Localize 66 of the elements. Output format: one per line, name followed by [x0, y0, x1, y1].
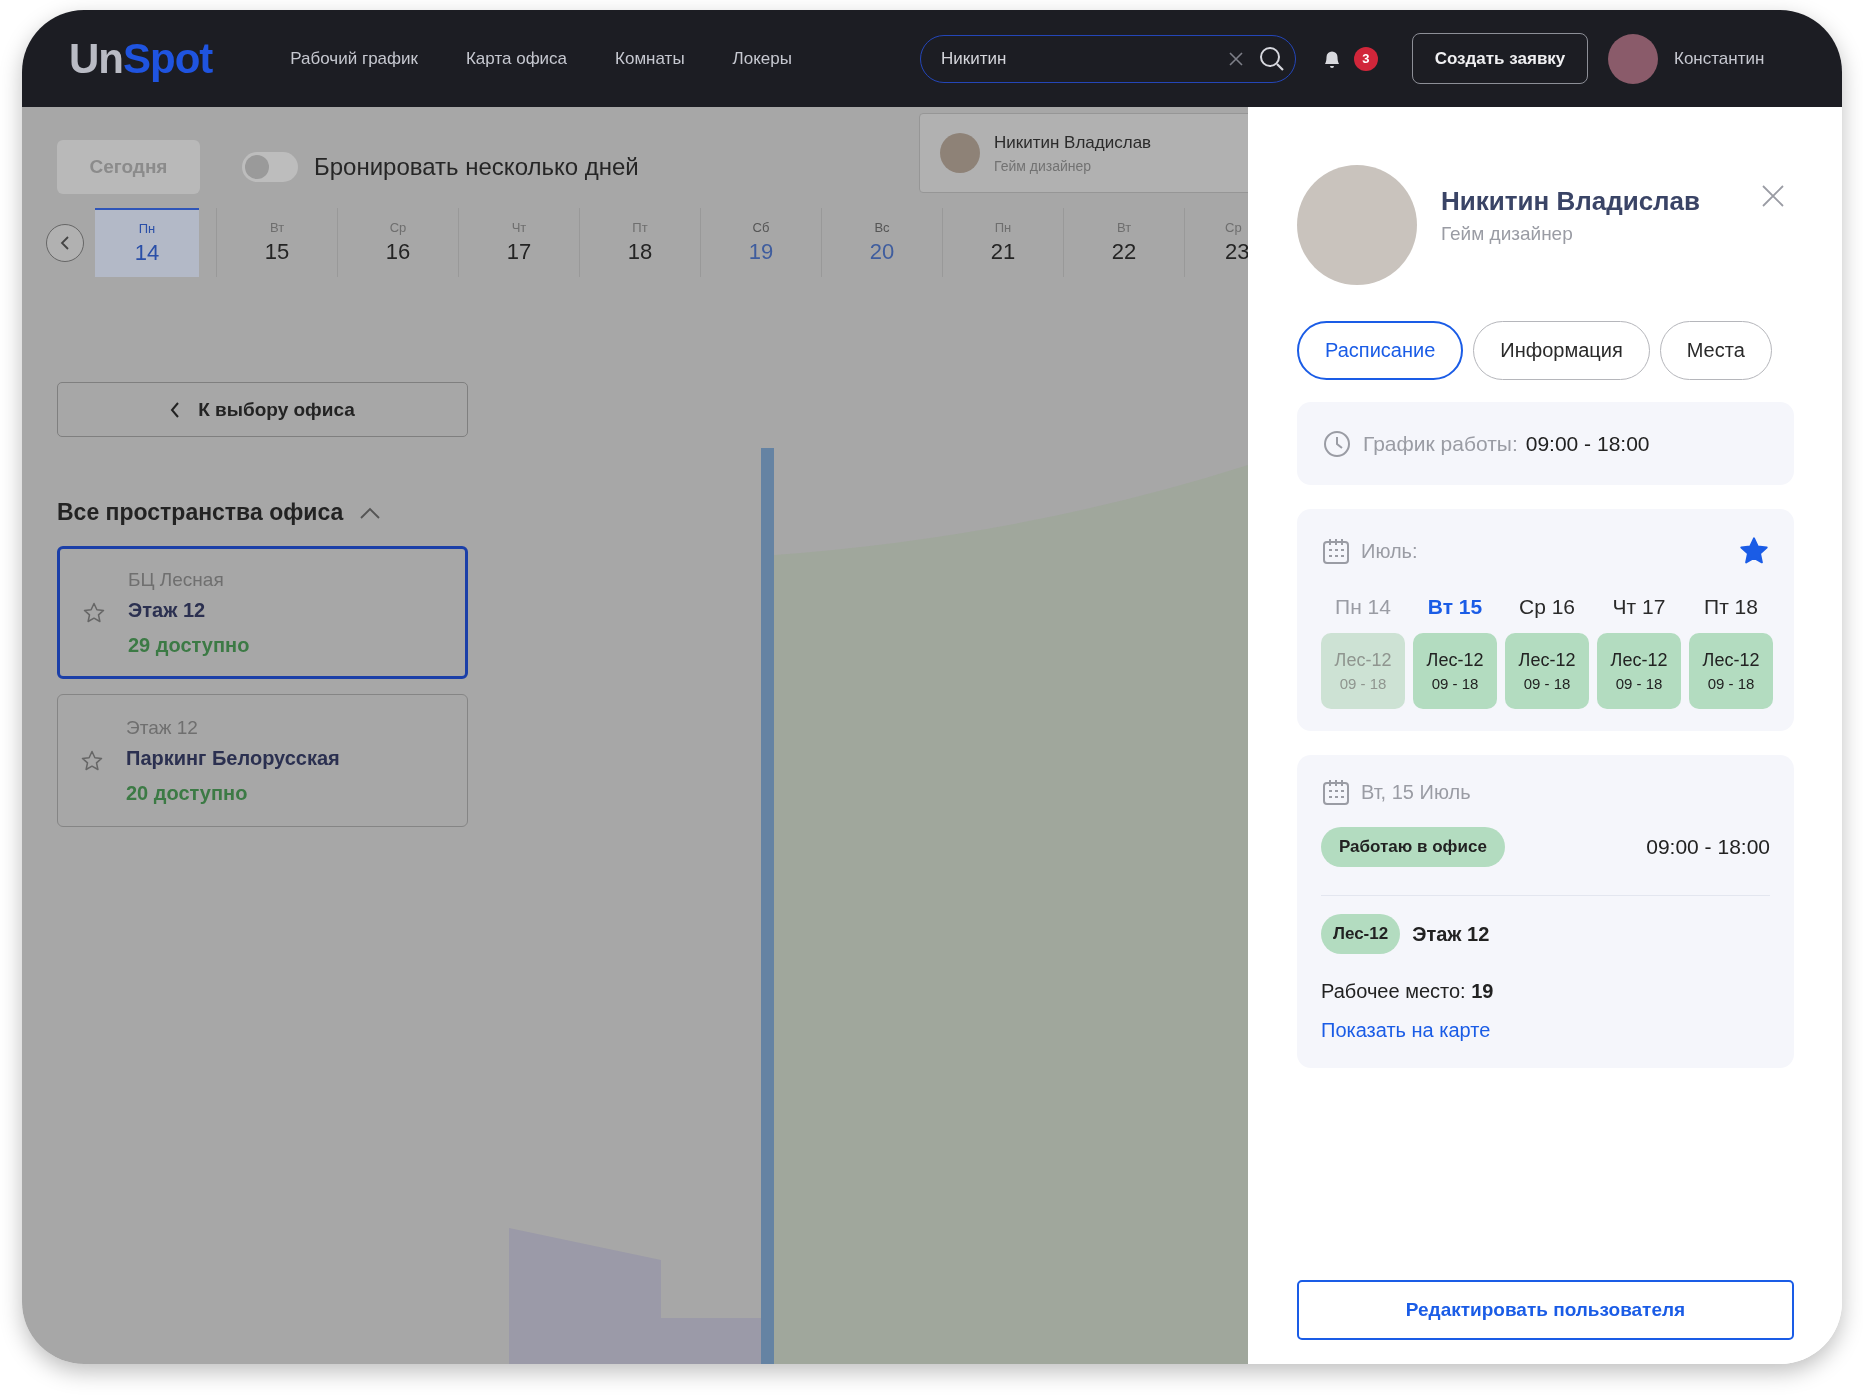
clear-icon [1229, 51, 1243, 66]
space-name: Этаж 12 [128, 598, 207, 622]
booking-cell[interactable]: Лес-12 09 - 18 [1597, 633, 1681, 709]
logo[interactable]: UnSpot [69, 34, 213, 83]
calendar-icon [1321, 777, 1351, 807]
notification-badge: 3 [1354, 46, 1378, 71]
nav-link[interactable]: Комнаты [615, 48, 685, 69]
edit-user-button[interactable]: Редактировать пользователя [1297, 1280, 1794, 1340]
day-label[interactable]: Пт 18 [1689, 595, 1773, 619]
status-badge: Работаю в офисе [1321, 827, 1505, 867]
date-label: Вт, 15 Июль [1361, 780, 1471, 804]
month-label: Июль: [1361, 539, 1418, 563]
section-title: Все пространства офиса [57, 499, 344, 526]
floor-label: Этаж 12 [1412, 922, 1490, 946]
nav-link[interactable]: Локеры [732, 48, 792, 69]
space-card[interactable]: Этаж 12 Паркинг Белорусская 20 доступно [57, 694, 468, 827]
tab[interactable]: Информация [1473, 321, 1650, 380]
search-result-item[interactable]: Никитин Владислав Гейм дизайнер [919, 113, 1248, 193]
place-tag: Лес-12 [1321, 914, 1401, 954]
chevron-left-icon [60, 234, 70, 251]
date-tab[interactable]: Пт 18 [579, 208, 700, 277]
date-tab[interactable]: Вт 22 [1063, 208, 1184, 277]
day-label[interactable]: Ср 16 [1505, 595, 1589, 619]
booking-cell[interactable]: Лес-12 09 - 18 [1413, 633, 1497, 709]
toggle-label: Бронировать несколько дней [314, 153, 639, 181]
clock-icon [1323, 429, 1351, 458]
day-label[interactable]: Чт 17 [1597, 595, 1681, 619]
date-tab[interactable]: Ср 16 [337, 208, 458, 277]
person-avatar [940, 133, 980, 173]
workplace-text: Рабочее место: 19 [1321, 980, 1495, 1003]
booking-cell[interactable]: Лес-12 09 - 18 [1689, 633, 1773, 709]
show-on-map-link[interactable]: Показать на карте [1321, 1019, 1491, 1042]
nav-link[interactable]: Рабочий график [290, 48, 418, 69]
tab[interactable]: Расписание [1297, 321, 1464, 380]
create-request-button[interactable]: Создать заявку [1412, 33, 1588, 84]
tab[interactable]: Места [1659, 321, 1772, 380]
profile-role: Гейм дизайнер [1441, 222, 1573, 245]
work-hours-label: График работы: [1363, 431, 1518, 456]
previous-button[interactable] [46, 223, 84, 262]
hours-text: 09:00 - 18:00 [1646, 835, 1770, 859]
date-tab[interactable]: Пн 21 [942, 208, 1063, 277]
work-hours-value: 09:00 - 18:00 [1525, 431, 1650, 456]
availability-count: 29 доступно [128, 633, 250, 657]
date-tab[interactable]: Вт 15 [216, 208, 337, 277]
result-role: Гейм дизайнер [994, 157, 1093, 174]
availability-count: 20 доступно [126, 781, 249, 805]
chevron-left-icon [170, 400, 181, 419]
user-avatar[interactable] [1608, 33, 1658, 84]
close-icon [1762, 185, 1784, 207]
date-tab[interactable]: Пн 14 [95, 208, 199, 277]
user-name[interactable]: Константин [1674, 48, 1765, 69]
result-name: Никитин Владислав [994, 132, 1152, 153]
space-name: Паркинг Белорусская [126, 746, 340, 770]
space-location: Этаж 12 [126, 716, 199, 739]
nav-link[interactable]: Карта офиса [465, 48, 568, 69]
profile-name: Никитин Владислав [1441, 185, 1701, 217]
back-button[interactable]: К выбору офиса [57, 382, 468, 437]
date-tab[interactable]: Чт 17 [458, 208, 579, 277]
toggle-switch[interactable] [242, 152, 298, 182]
day-label[interactable]: Вт 15 [1413, 595, 1497, 619]
search-icon [1259, 45, 1285, 72]
space-location: БЦ Лесная [128, 568, 225, 591]
space-card[interactable]: БЦ Лесная Этаж 12 29 доступно [57, 546, 468, 679]
calendar-icon [1321, 536, 1351, 566]
booking-cell[interactable]: Лес-12 09 - 18 [1505, 633, 1589, 709]
close-button[interactable] [1762, 185, 1784, 207]
